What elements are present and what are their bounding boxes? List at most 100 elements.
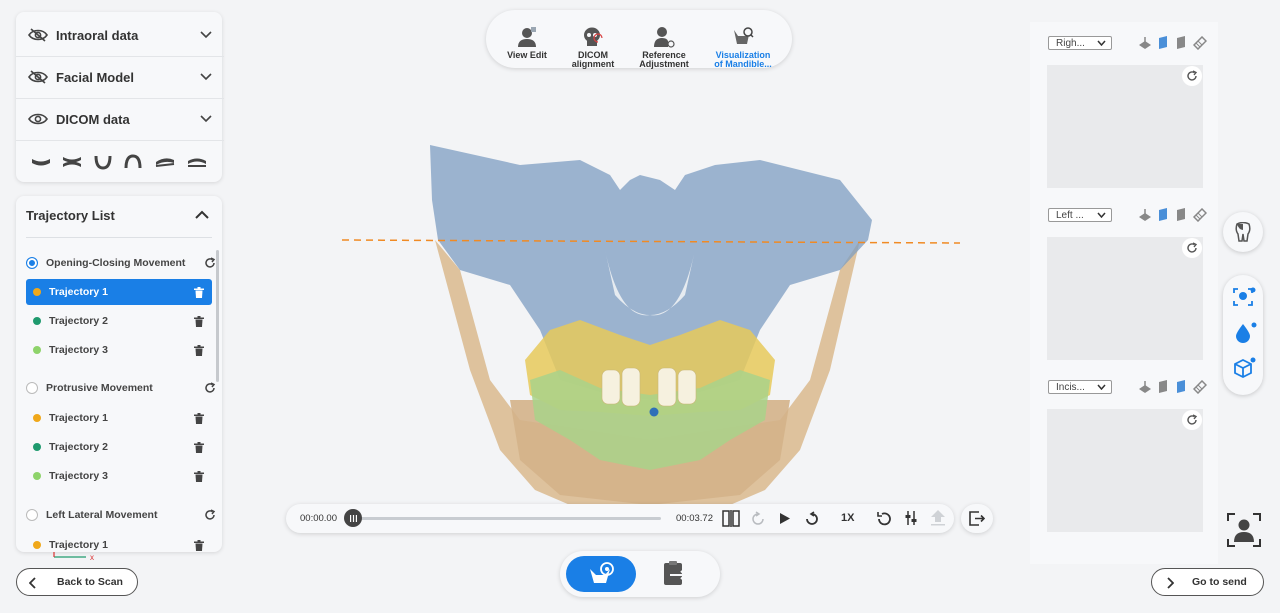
layer-intraoral[interactable]: Intraoral data	[16, 14, 224, 57]
tool-view-edit[interactable]: View Edit	[495, 26, 559, 60]
view-preview-right[interactable]	[1047, 65, 1203, 188]
arch-n-icon[interactable]	[124, 154, 142, 170]
mode-switch	[560, 551, 720, 597]
patient-profile-button[interactable]	[1226, 512, 1262, 548]
group-radio[interactable]	[26, 382, 38, 394]
eye-off-icon[interactable]	[28, 28, 48, 42]
refresh-view-button[interactable]	[1182, 238, 1202, 258]
sagittal-plane-icon[interactable]	[1158, 207, 1168, 222]
trajectory-item[interactable]: Trajectory 2	[26, 434, 212, 460]
arch-u-icon[interactable]	[94, 154, 112, 170]
reset-icon[interactable]	[876, 511, 892, 526]
trajectory-item[interactable]: Trajectory 1	[26, 405, 212, 431]
trash-icon[interactable]	[194, 344, 204, 356]
chevron-up-icon[interactable]	[194, 210, 210, 220]
playback-bar: 00:00.00 00:03.72 1X	[286, 504, 954, 533]
trajectory-group-protrusive[interactable]: Protrusive Movement	[26, 376, 216, 400]
play-icon[interactable]	[779, 512, 791, 525]
chevron-down-icon[interactable]	[200, 115, 212, 123]
sagittal-plane-icon[interactable]	[1158, 35, 1168, 50]
trajectory-group-left-lateral[interactable]: Left Lateral Movement	[26, 503, 216, 527]
layer-dicom[interactable]: DICOM data	[16, 98, 224, 141]
trash-icon[interactable]	[194, 539, 204, 551]
progress-track[interactable]	[346, 517, 661, 520]
person-adjust-icon	[654, 27, 675, 48]
arch-flat-icon[interactable]	[186, 156, 208, 168]
right-tool-group	[1223, 275, 1263, 395]
refresh-icon[interactable]	[204, 382, 216, 394]
color-toggle[interactable]	[1233, 322, 1257, 344]
arch-both-icon[interactable]	[62, 155, 82, 169]
3d-model-viewport[interactable]	[320, 120, 980, 550]
trajectory-item[interactable]: Trajectory 1	[26, 279, 212, 305]
coronal-plane-icon[interactable]	[1176, 35, 1186, 50]
tool-label: View Edit	[507, 50, 547, 60]
tool-reference-adjustment[interactable]: Reference Adjustment	[632, 26, 696, 69]
axial-plane-icon[interactable]	[1193, 36, 1207, 50]
split-frame-icon[interactable]	[722, 510, 740, 527]
trajectory-color-dot	[33, 346, 41, 354]
speed-selector[interactable]: 1X	[841, 512, 854, 524]
adjust-sliders-icon[interactable]	[904, 510, 918, 526]
trash-icon[interactable]	[194, 470, 204, 482]
trash-icon[interactable]	[194, 441, 204, 453]
coronal-plane-icon[interactable]	[1176, 379, 1186, 394]
tool-visualization-mandible[interactable]: Visualization of Mandible...	[711, 26, 775, 69]
go-to-send-button[interactable]: Go to send	[1151, 568, 1264, 596]
model-toggle[interactable]	[1232, 357, 1256, 379]
mode-mandible-motion-button[interactable]	[566, 556, 636, 592]
arch-lower-icon[interactable]	[30, 156, 52, 168]
eye-off-icon[interactable]	[28, 70, 48, 84]
trajectory-item[interactable]: Trajectory 2	[26, 308, 212, 334]
refresh-view-button[interactable]	[1182, 66, 1202, 86]
trajectory-item[interactable]: Trajectory 1	[26, 532, 212, 552]
view-direction-select[interactable]: Left ...	[1048, 208, 1112, 222]
trajectory-group-opening-closing[interactable]: Opening-Closing Movement	[26, 251, 216, 275]
clipboard-export-icon	[664, 561, 687, 585]
trash-icon[interactable]	[194, 315, 204, 327]
view-direction-select[interactable]: Righ...	[1048, 36, 1112, 50]
export-arrow-icon[interactable]	[930, 509, 946, 526]
progress-thumb[interactable]	[344, 509, 362, 527]
incisal-point-marker[interactable]	[649, 407, 659, 417]
forward-icon[interactable]	[804, 511, 819, 526]
trajectory-color-dot	[33, 414, 41, 422]
view-direction-select[interactable]: Incis...	[1048, 380, 1112, 394]
refresh-icon[interactable]	[204, 509, 216, 521]
group-radio[interactable]	[26, 257, 38, 269]
mode-report-button[interactable]	[660, 559, 690, 589]
trajectory-list-title: Trajectory List	[26, 208, 115, 223]
view-preview-incisal[interactable]	[1047, 409, 1203, 532]
layer-label: Facial Model	[56, 69, 135, 85]
face-scan-toggle[interactable]	[1232, 287, 1256, 309]
refresh-view-button[interactable]	[1182, 410, 1202, 430]
sagittal-plane-icon[interactable]	[1158, 379, 1168, 394]
arch-tilt-icon[interactable]	[154, 156, 176, 168]
view-preview-left[interactable]	[1047, 237, 1203, 360]
coronal-plane-icon[interactable]	[1176, 207, 1186, 222]
plane-icon[interactable]	[1138, 380, 1152, 394]
exit-playback-button[interactable]	[961, 504, 993, 533]
plane-icon[interactable]	[1138, 36, 1152, 50]
chevron-down-icon[interactable]	[200, 31, 212, 39]
refresh-icon	[1187, 70, 1198, 81]
skull-icon	[584, 27, 603, 46]
axial-plane-icon[interactable]	[1193, 208, 1207, 222]
chevron-down-icon[interactable]	[200, 73, 212, 81]
axial-plane-icon[interactable]	[1193, 380, 1207, 394]
group-radio[interactable]	[26, 509, 38, 521]
rewind-icon[interactable]	[751, 511, 766, 526]
list-scrollbar[interactable]	[216, 250, 219, 382]
mandible-motion-icon	[590, 562, 614, 583]
tool-dicom-alignment[interactable]: DICOM alignment	[561, 26, 625, 69]
trajectory-item[interactable]: Trajectory 3	[26, 463, 212, 489]
back-to-scan-button[interactable]: Back to Scan	[16, 568, 138, 596]
refresh-icon[interactable]	[204, 257, 216, 269]
trash-icon[interactable]	[194, 412, 204, 424]
eye-icon[interactable]	[28, 112, 48, 126]
layer-facial-model[interactable]: Facial Model	[16, 56, 224, 99]
trajectory-item[interactable]: Trajectory 3	[26, 337, 212, 363]
trash-icon[interactable]	[194, 286, 204, 298]
plane-icon[interactable]	[1138, 208, 1152, 222]
tooth-view-button[interactable]	[1223, 212, 1263, 252]
